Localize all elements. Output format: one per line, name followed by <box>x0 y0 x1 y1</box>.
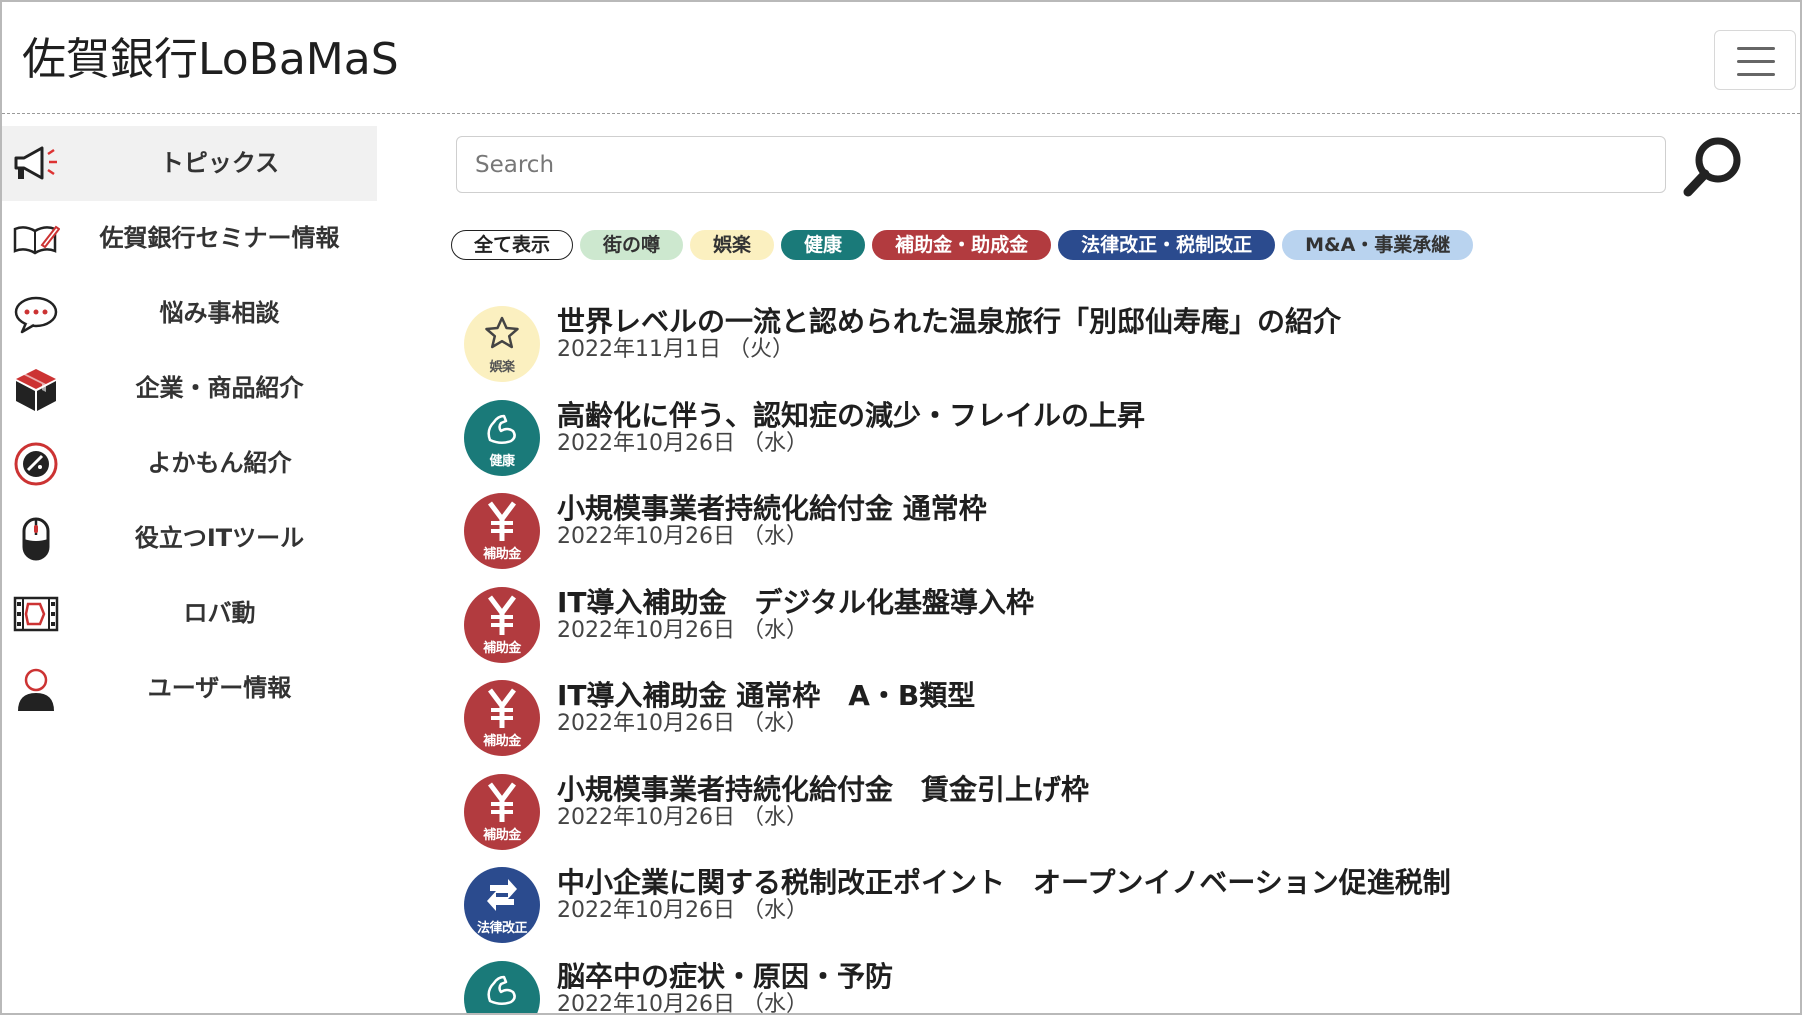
chat-bubble-icon <box>14 296 58 334</box>
article-title[interactable]: 小規模事業者持続化給付金 賃金引上げ枠 <box>557 772 1089 808</box>
filter-chip-all[interactable]: 全て表示 <box>451 230 574 260</box>
star-icon <box>485 316 519 349</box>
category-badge: 補助金 <box>464 586 540 663</box>
sidebar-item-label: ユーザー情報 <box>147 674 292 702</box>
sidebar-item-topics[interactable]: トピックス <box>2 126 377 201</box>
sidebar-item-user-info[interactable]: ユーザー情報 <box>2 651 377 726</box>
hamburger-menu-button[interactable] <box>1714 30 1796 90</box>
filter-chip-town-rumors[interactable]: 街の噂 <box>580 230 684 260</box>
sidebar-item-label: 企業・商品紹介 <box>135 374 304 402</box>
article-item[interactable]: 健康 高齢化に伴う、認知症の減少・フレイルの上昇 2022年10月26日 （水） <box>462 398 1782 492</box>
article-date: 2022年10月26日 （水） <box>557 711 808 736</box>
category-badge: 法律改正 <box>464 867 540 943</box>
category-filter-bar: 全て表示 街の噂 娯楽 健康 補助金・助成金 法律改正・税制改正 M&A・事業承… <box>451 230 1474 260</box>
category-badge-label: 健康 <box>489 453 515 469</box>
refresh-icon <box>487 879 517 911</box>
article-date: 2022年10月26日 （水） <box>557 524 808 549</box>
category-badge: 健康 <box>464 399 540 476</box>
sidebar-item-label: トピックス <box>159 149 280 177</box>
filter-chip-subsidies[interactable]: 補助金・助成金 <box>872 230 1052 260</box>
sidebar-item-roba-movie[interactable]: ロバ動 <box>2 576 377 651</box>
article-date: 2022年10月26日 （水） <box>557 804 808 830</box>
article-item[interactable]: 補助金 小規模事業者持続化給付金 通常枠 2022年10月26日 （水） <box>462 491 1782 585</box>
app-title[interactable]: 佐賀銀行LoBaMaS <box>22 30 399 90</box>
filter-chip-law-tax-reform[interactable]: 法律改正・税制改正 <box>1058 230 1276 260</box>
category-badge-label: 補助金 <box>483 827 521 843</box>
sidebar-item-yokamon[interactable]: よかもん紹介 <box>2 426 377 501</box>
category-badge: 補助金 <box>464 493 540 569</box>
article-date: 2022年11月1日 （火） <box>557 337 794 362</box>
sidebar-item-label: 役立つITツール <box>134 524 305 552</box>
filter-chip-health[interactable]: 健康 <box>781 230 866 260</box>
article-item[interactable]: 娯楽 世界レベルの一流と認められた温泉旅行「別邸仙寿庵」の紹介 2022年11月… <box>462 304 1782 398</box>
article-title[interactable]: IT導入補助金 デジタル化基盤導入枠 <box>557 585 1034 621</box>
article-title[interactable]: 中小企業に関する税制改正ポイント オープンイノベーション促進税制 <box>557 865 1451 901</box>
article-item[interactable]: 法律改正 中小企業に関する税制改正ポイント オープンイノベーション促進税制 20… <box>462 865 1782 959</box>
search-input[interactable] <box>456 136 1666 193</box>
article-title[interactable]: 脳卒中の症状・原因・予防 <box>557 959 893 995</box>
category-badge-label: 法律改正 <box>476 921 528 936</box>
article-date: 2022年10月26日 （水） <box>557 617 808 643</box>
category-badge: 娯楽 <box>464 306 540 382</box>
sidebar-item-label: よかもん紹介 <box>147 449 292 477</box>
yen-icon <box>488 501 516 541</box>
article-item[interactable]: 健康 脳卒中の症状・原因・予防 2022年10月26日 （水） <box>462 959 1782 1015</box>
film-icon <box>13 596 59 632</box>
article-title[interactable]: IT導入補助金 通常枠 A・B類型 <box>557 678 975 714</box>
muscle-arm-icon <box>487 975 516 1005</box>
sidebar-item-label: 佐賀銀行セミナー情報 <box>99 224 340 252</box>
user-icon <box>18 668 54 711</box>
category-badge-label: 補助金 <box>483 734 521 749</box>
article-title[interactable]: 小規模事業者持続化給付金 通常枠 <box>557 491 987 527</box>
article-title[interactable]: 高齢化に伴う、認知症の減少・フレイルの上昇 <box>557 398 1145 434</box>
sidebar-item-it-tools[interactable]: 役立つITツール <box>2 501 377 576</box>
filter-chip-entertainment[interactable]: 娯楽 <box>690 230 775 260</box>
category-badge-label: 補助金 <box>483 547 521 562</box>
hamburger-line <box>1737 47 1775 50</box>
sidebar-item-seminar[interactable]: 佐賀銀行セミナー情報 <box>2 201 377 276</box>
hamburger-line <box>1737 60 1775 63</box>
article-title[interactable]: 世界レベルの一流と認められた温泉旅行「別邸仙寿庵」の紹介 <box>557 304 1341 340</box>
sidebar-item-label: ロバ動 <box>183 599 256 627</box>
filter-chip-ma-succession[interactable]: M&A・事業承継 <box>1282 230 1474 260</box>
category-badge: 補助金 <box>464 773 540 850</box>
category-badge-label: 健康 <box>464 1011 540 1014</box>
article-list: 娯楽 世界レベルの一流と認められた温泉旅行「別邸仙寿庵」の紹介 2022年11月… <box>462 304 1782 1015</box>
mouse-icon <box>22 517 50 561</box>
yen-icon <box>488 688 516 728</box>
app-window: 佐賀銀行LoBaMaS トピックス 佐賀銀行セミナー情報 悩み事相談 企業・商品… <box>0 0 1802 1015</box>
megaphone-icon <box>14 146 57 180</box>
yen-icon <box>488 782 516 822</box>
yen-icon <box>488 595 516 635</box>
article-date: 2022年10月26日 （水） <box>557 430 808 456</box>
sidebar-item-consultation[interactable]: 悩み事相談 <box>2 276 377 351</box>
article-item[interactable]: 補助金 IT導入補助金 通常枠 A・B類型 2022年10月26日 （水） <box>462 678 1782 772</box>
sidebar: トピックス 佐賀銀行セミナー情報 悩み事相談 企業・商品紹介 よかもん紹介 役立… <box>2 126 377 726</box>
hamburger-line <box>1737 73 1775 76</box>
package-icon <box>16 369 56 411</box>
sidebar-item-label: 悩み事相談 <box>159 299 280 327</box>
category-badge: 健康 <box>464 960 540 1014</box>
article-date: 2022年10月26日 （水） <box>557 898 808 923</box>
article-item[interactable]: 補助金 小規模事業者持続化給付金 賃金引上げ枠 2022年10月26日 （水） <box>462 772 1782 866</box>
article-item[interactable]: 補助金 IT導入補助金 デジタル化基盤導入枠 2022年10月26日 （水） <box>462 585 1782 679</box>
category-badge-label: 娯楽 <box>489 360 515 375</box>
category-badge: 補助金 <box>464 680 540 756</box>
sidebar-item-company-products[interactable]: 企業・商品紹介 <box>2 351 377 426</box>
header: 佐賀銀行LoBaMaS <box>2 2 1800 114</box>
muscle-arm-icon <box>487 414 516 444</box>
notebook-pen-icon <box>13 225 60 255</box>
badge-icon <box>14 442 58 486</box>
search-icon[interactable] <box>1678 132 1748 202</box>
article-date: 2022年10月26日 （水） <box>557 991 808 1015</box>
category-badge-label: 補助金 <box>483 640 521 656</box>
